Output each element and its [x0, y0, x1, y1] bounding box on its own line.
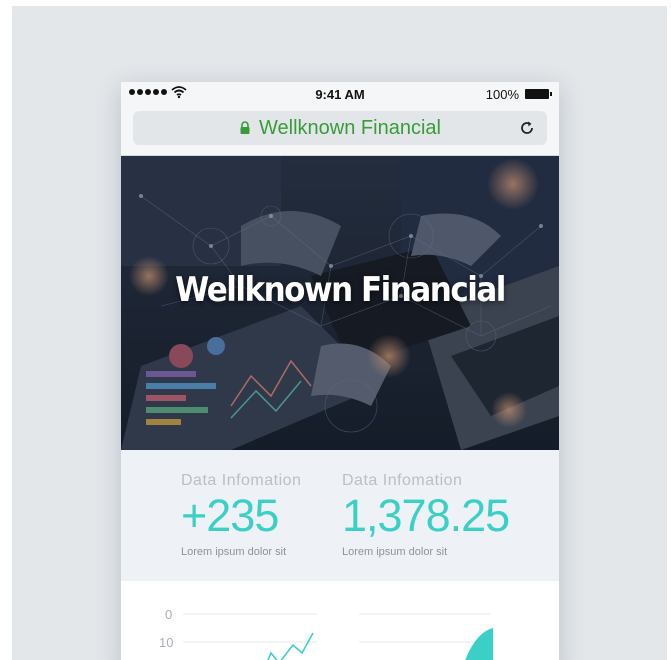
- area-series: [465, 628, 493, 660]
- hero-title: Wellknown Financial: [175, 270, 506, 310]
- line-series: [267, 632, 314, 660]
- stat-value: 1,378.25: [342, 490, 510, 541]
- phone-frame: 9:41 AM 100% Wellknown Financial Wellkno…: [121, 82, 559, 660]
- address-bar[interactable]: Wellknown Financial: [133, 111, 547, 145]
- battery-icon: [525, 89, 552, 99]
- reload-icon[interactable]: [517, 118, 537, 138]
- page-url-title: Wellknown Financial: [259, 116, 441, 139]
- stat-caption: Lorem ipsum dolor sit: [181, 546, 287, 558]
- stat-value: +235: [181, 490, 279, 541]
- stat-label: Data Infomation: [181, 472, 302, 489]
- lock-icon: [240, 121, 250, 134]
- stats-panel: Data Infomation +235 Lorem ipsum dolor s…: [121, 450, 559, 581]
- hero-banner: Wellknown Financial: [121, 156, 559, 450]
- stat-card: Data Infomation +235 Lorem ipsum dolor s…: [181, 472, 351, 558]
- stat-card: Data Infomation 1,378.25 Lorem ipsum dol…: [342, 472, 512, 558]
- stat-label: Data Infomation: [342, 472, 463, 489]
- status-bar: 9:41 AM 100%: [121, 82, 559, 106]
- stat-caption: Lorem ipsum dolor sit: [342, 546, 448, 558]
- browser-toolbar: Wellknown Financial: [121, 106, 559, 156]
- battery-percentage: 100%: [485, 87, 519, 102]
- mockup-background: 9:41 AM 100% Wellknown Financial Wellkno…: [12, 6, 667, 660]
- charts-graphics: [183, 613, 493, 660]
- charts-section: 0 10: [121, 581, 559, 660]
